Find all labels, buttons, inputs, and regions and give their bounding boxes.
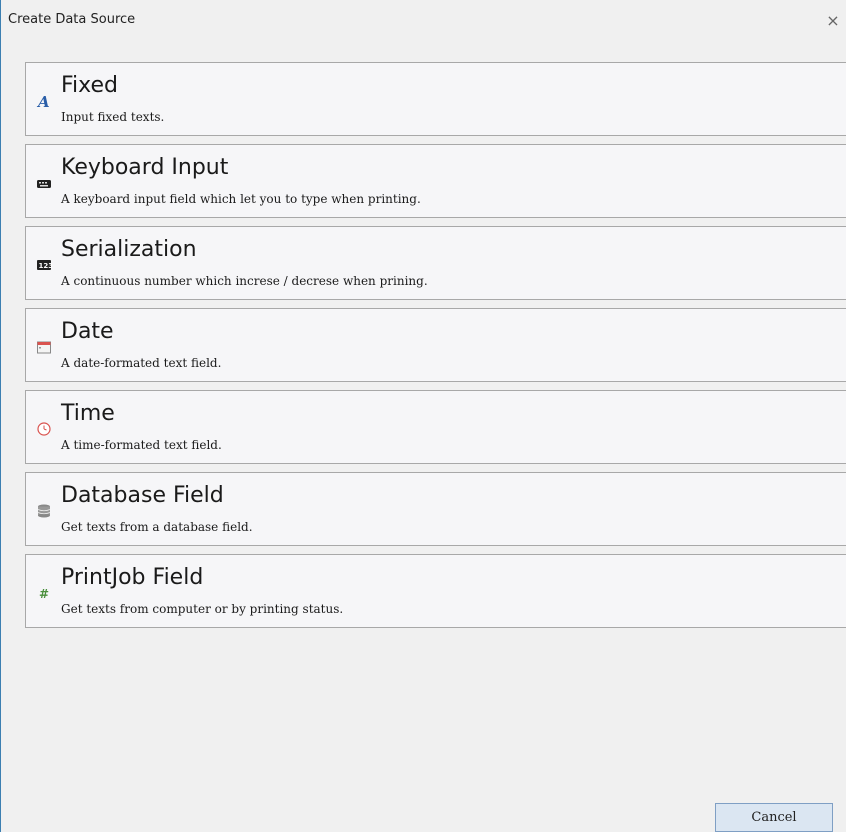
item-description: A keyboard input field which let you to … <box>61 192 421 206</box>
data-source-printjob-field[interactable]: # PrintJob Field Get texts from computer… <box>25 554 846 628</box>
data-source-serialization[interactable]: 123 Serialization A continuous number wh… <box>25 226 846 300</box>
hash-icon: # <box>36 585 52 601</box>
create-data-source-dialog: Create Data Source × A Fixed Input fixed… <box>1 0 846 832</box>
title-bar: Create Data Source × <box>1 0 846 44</box>
data-source-list: A Fixed Input fixed texts. Keyboard Inpu… <box>25 62 846 636</box>
item-description: A date-formated text field. <box>61 356 222 370</box>
item-title: PrintJob Field <box>61 565 204 590</box>
data-source-database-field[interactable]: Database Field Get texts from a database… <box>25 472 846 546</box>
number-sequence-icon: 123 <box>36 257 53 273</box>
data-source-fixed[interactable]: A Fixed Input fixed texts. <box>25 62 846 136</box>
close-icon[interactable]: × <box>824 12 842 30</box>
data-source-keyboard-input[interactable]: Keyboard Input A keyboard input field wh… <box>25 144 846 218</box>
item-description: Get texts from computer or by printing s… <box>61 602 344 616</box>
dialog-title: Create Data Source <box>8 12 136 27</box>
data-source-time[interactable]: Time A time-formated text field. <box>25 390 846 464</box>
item-title: Serialization <box>61 237 197 262</box>
item-title: Time <box>61 401 115 426</box>
item-title: Database Field <box>61 483 224 508</box>
item-description: A continuous number which increse / decr… <box>61 274 428 288</box>
letter-a-icon: A <box>36 93 52 111</box>
item-description: Input fixed texts. <box>61 110 165 124</box>
calendar-icon <box>36 339 52 355</box>
svg-text:123: 123 <box>39 262 53 270</box>
svg-text:A: A <box>36 93 50 109</box>
item-title: Date <box>61 319 114 344</box>
item-title: Keyboard Input <box>61 155 229 180</box>
database-icon <box>36 503 52 519</box>
svg-text:#: # <box>39 587 49 601</box>
item-description: A time-formated text field. <box>61 438 222 452</box>
keyboard-icon <box>36 175 52 191</box>
cancel-button[interactable]: Cancel <box>715 803 833 832</box>
data-source-date[interactable]: Date A date-formated text field. <box>25 308 846 382</box>
item-title: Fixed <box>61 73 119 98</box>
clock-icon <box>36 421 52 437</box>
item-description: Get texts from a database field. <box>61 520 253 534</box>
